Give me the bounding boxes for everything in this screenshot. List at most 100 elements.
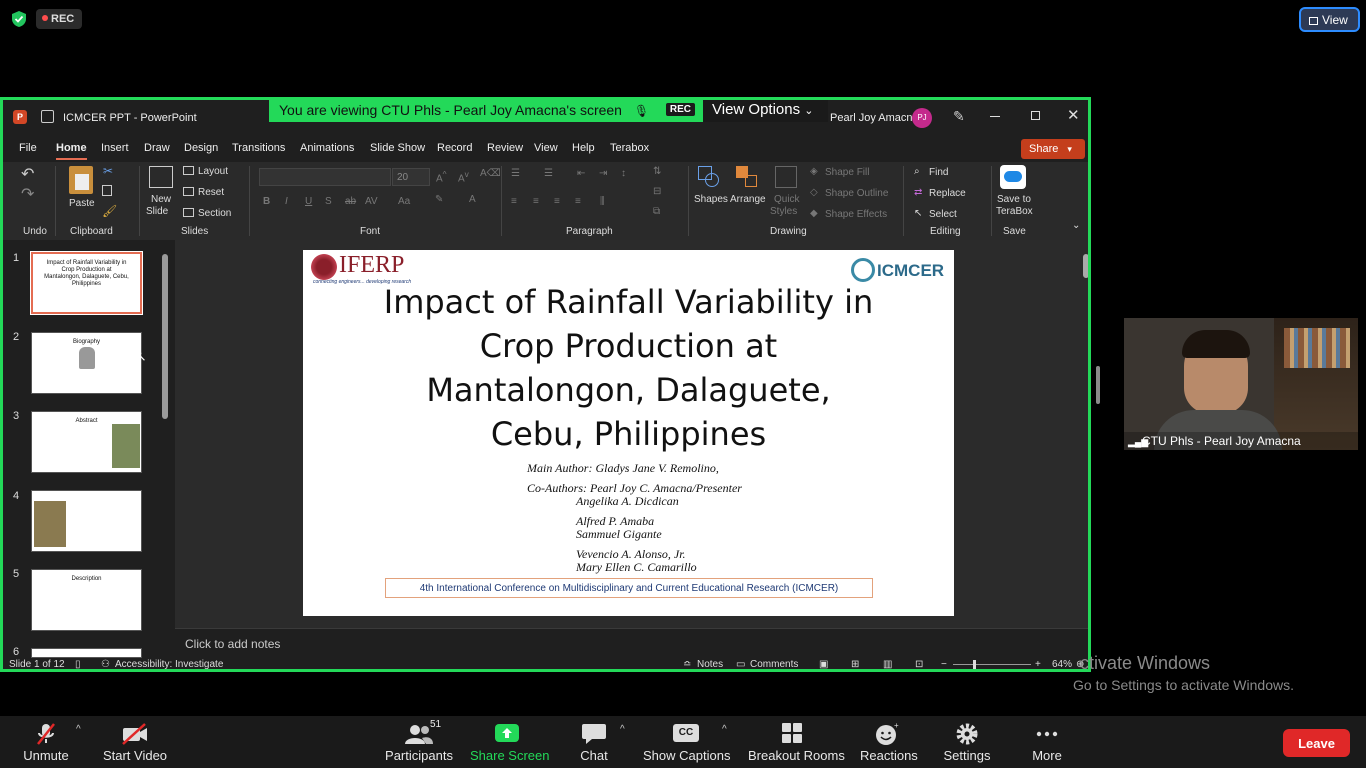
comments-toggle[interactable]: Comments [750,659,798,669]
font-color-icon[interactable]: A [469,194,476,205]
paste-icon[interactable] [69,166,93,194]
highlight-icon[interactable]: ✎ [435,194,443,205]
recording-indicator[interactable]: REC [36,9,82,29]
section-button[interactable]: Section [198,208,231,219]
strikethrough-icon[interactable]: ab [345,196,356,207]
start-video-button[interactable]: Start Video [100,716,170,768]
restore-icon[interactable] [1031,111,1040,120]
select-button[interactable]: Select [929,209,957,220]
more-button[interactable]: More [1024,716,1070,768]
notes-pane[interactable]: Click to add notes [175,628,1088,658]
reading-view-icon[interactable]: ▥ [883,659,892,669]
zoom-slider[interactable] [953,664,1031,665]
align-left-icon[interactable]: ≡ [511,196,517,207]
tab-design[interactable]: Design [184,142,218,154]
find-button[interactable]: Find [929,167,948,178]
new-slide-label-2[interactable]: Slide [146,206,168,217]
scroll-thumb[interactable] [162,254,168,419]
accessibility-status[interactable]: Accessibility: Investigate [115,659,223,669]
tab-file[interactable]: File [19,142,37,154]
paste-button[interactable]: Paste [69,198,95,209]
undo-icon[interactable]: ↶ [21,164,34,184]
zoom-level[interactable]: 64% [1052,659,1072,669]
normal-view-icon[interactable]: ▣ [819,659,828,669]
tab-draw[interactable]: Draw [144,142,170,154]
copy-icon[interactable] [102,185,112,196]
save-terabox-label-1[interactable]: Save to [997,194,1031,205]
slideshow-icon[interactable]: ⊡ [915,659,923,669]
bullets-icon[interactable]: ☰ [511,168,520,179]
font-size-select[interactable]: 20 [392,168,430,186]
text-shadow-icon[interactable]: S [325,196,332,207]
notes-toggle[interactable]: Notes [697,659,723,669]
view-button[interactable]: View [1299,7,1360,32]
splitter-handle[interactable] [1096,366,1100,404]
tab-insert[interactable]: Insert [101,142,129,154]
tab-record[interactable]: Record [437,142,472,154]
columns-icon[interactable]: ⫼ [600,196,605,207]
slide-thumbnail-3[interactable]: Abstract [31,411,142,473]
align-right-icon[interactable]: ≡ [554,196,560,207]
shape-fill-button[interactable]: Shape Fill [825,167,869,178]
spelling-icon[interactable]: ▯ [75,659,81,669]
participants-button[interactable]: 51 Participants [383,716,455,768]
shrink-font-icon[interactable]: Av [458,169,469,184]
tab-slide-show[interactable]: Slide Show [370,142,425,154]
line-spacing-icon[interactable]: ↕ [621,168,626,179]
settings-button[interactable]: Settings [942,716,992,768]
slide-thumbnail-5[interactable]: Description [31,569,142,631]
unmute-button[interactable]: Unmute [20,716,72,768]
shape-effects-button[interactable]: Shape Effects [825,209,887,220]
show-captions-button[interactable]: CC Show Captions [643,716,730,768]
align-text-icon[interactable]: ⊟ [653,186,661,197]
bold-icon[interactable]: B [263,196,270,207]
new-slide-label-1[interactable]: New [151,194,171,205]
shapes-button[interactable]: Shapes [694,194,728,205]
quick-styles-label-1[interactable]: Quick [774,194,800,205]
chat-options-caret[interactable]: ^ [620,724,625,735]
scroll-thumb[interactable] [1083,254,1088,278]
tab-transitions[interactable]: Transitions [232,142,285,154]
tab-terabox[interactable]: Terabox [610,142,649,154]
shield-icon[interactable] [10,10,28,28]
slide-thumbnail-2[interactable]: Biography [31,332,142,394]
smartart-icon[interactable]: ⧉ [653,206,660,217]
character-spacing-icon[interactable]: AV [365,196,378,207]
zoom-slider-thumb[interactable] [973,660,976,669]
italic-icon[interactable]: I [285,196,288,207]
quick-styles-label-2[interactable]: Styles [770,206,797,217]
arrange-button[interactable]: Arrange [730,194,766,205]
font-family-select[interactable] [259,168,391,186]
participant-video[interactable]: ▂▄▆ CTU Phls - Pearl Joy Amacna [1124,318,1358,450]
slide-sorter-icon[interactable]: ⊞ [851,659,859,669]
decrease-indent-icon[interactable]: ⇤ [577,168,585,179]
quick-styles-icon[interactable] [775,166,797,188]
save-terabox-label-2[interactable]: TeraBox [996,206,1033,217]
close-icon[interactable]: ✕ [1067,106,1080,124]
share-screen-button[interactable]: Share Screen [470,716,550,768]
reset-button[interactable]: Reset [198,187,224,198]
reactions-button[interactable]: + Reactions [860,716,918,768]
user-avatar[interactable]: PJ [912,108,932,128]
current-slide[interactable]: IFERP connecting engineers... developing… [303,250,954,616]
save-icon[interactable] [41,110,54,123]
layout-button[interactable]: Layout [198,166,228,177]
tab-review[interactable]: Review [487,142,523,154]
collapse-ribbon-icon[interactable]: ⌄ [1072,220,1080,231]
tab-view[interactable]: View [534,142,558,154]
tab-animations[interactable]: Animations [300,142,354,154]
audio-options-caret[interactable]: ^ [76,724,81,735]
minimize-icon[interactable] [990,116,1000,117]
zoom-in-icon[interactable]: + [1035,659,1041,669]
tab-help[interactable]: Help [572,142,595,154]
leave-button[interactable]: Leave [1283,729,1350,757]
thumbnails-scrollbar[interactable] [161,240,169,658]
arrange-icon[interactable] [736,166,758,188]
zoom-out-icon[interactable]: − [941,659,947,669]
pen-icon[interactable]: ✎ [953,108,965,125]
increase-indent-icon[interactable]: ⇥ [599,168,607,179]
ppt-share-button[interactable]: Share ▾ [1021,139,1085,159]
cut-icon[interactable]: ✂ [103,164,113,178]
view-options-button[interactable]: View Options ⌄ [703,100,828,122]
new-slide-icon[interactable] [149,166,173,188]
